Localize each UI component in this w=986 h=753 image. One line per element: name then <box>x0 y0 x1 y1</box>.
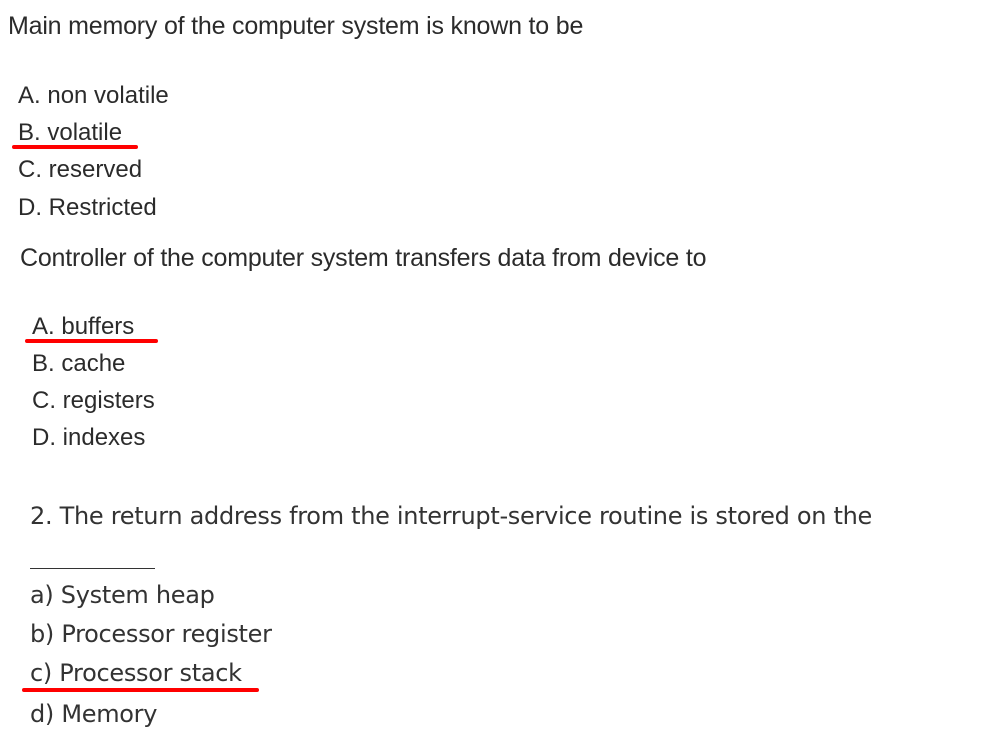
question-1-text: Main memory of the computer system is kn… <box>8 12 584 40</box>
q3-option-c: c) Processor stack <box>30 659 242 687</box>
q3-option-d: d) Memory <box>30 700 158 728</box>
q1-option-b: B. volatile <box>18 119 123 146</box>
answer-blank-line <box>30 568 155 569</box>
question-3-text: 2. The return address from the interrupt… <box>30 502 872 530</box>
q1-option-d: D. Restricted <box>18 194 157 221</box>
q2-option-b: B. cache <box>32 350 126 377</box>
q3-answer-underline <box>22 688 259 692</box>
q1-option-c: C. reserved <box>18 156 143 183</box>
q1-answer-underline <box>12 145 138 149</box>
q3-option-a: a) System heap <box>30 581 215 609</box>
q1-option-a: A. non volatile <box>18 82 169 109</box>
q2-answer-underline <box>25 339 158 343</box>
question-2-text: Controller of the computer system transf… <box>20 244 707 272</box>
q2-option-d: D. indexes <box>32 424 146 451</box>
q3-option-b: b) Processor register <box>30 620 272 648</box>
q2-option-a: A. buffers <box>32 313 135 340</box>
q2-option-c: C. registers <box>32 387 155 414</box>
